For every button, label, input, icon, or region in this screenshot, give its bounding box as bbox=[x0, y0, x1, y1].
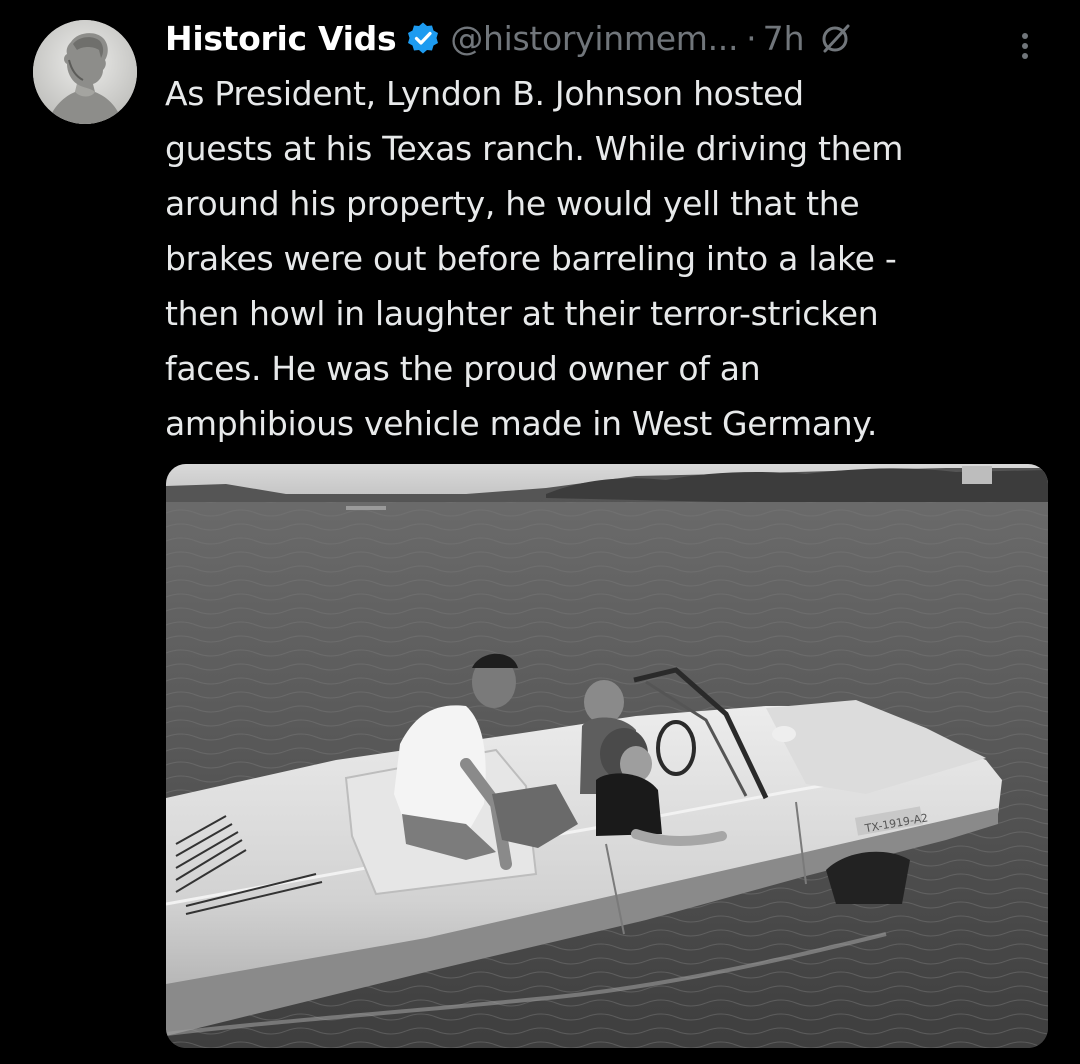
verified-badge-icon bbox=[406, 21, 440, 55]
tweet-photo[interactable]: TX-1919-A2 bbox=[166, 464, 1048, 1048]
circle-slash-icon[interactable] bbox=[819, 21, 853, 55]
tweet-header: Historic Vids @historyinmem... · 7h bbox=[165, 14, 853, 62]
bust-portrait-icon bbox=[33, 20, 137, 124]
tweet[interactable]: Historic Vids @historyinmem... · 7h As P… bbox=[0, 0, 1080, 1064]
tweet-text-line: faces. He was the proud owner of an bbox=[165, 349, 761, 388]
tweet-text-line: amphibious vehicle made in West Germany. bbox=[165, 404, 878, 443]
tweet-text: As President, Lyndon B. Johnson hosted g… bbox=[165, 66, 1045, 451]
tweet-text-line: As President, Lyndon B. Johnson hosted bbox=[165, 74, 804, 113]
amphibious-car-photo: TX-1919-A2 bbox=[166, 464, 1048, 1048]
author-avatar[interactable] bbox=[33, 20, 137, 124]
more-vertical-icon[interactable] bbox=[1013, 26, 1037, 66]
tweet-text-line: brakes were out before barreling into a … bbox=[165, 239, 897, 278]
author-handle[interactable]: @historyinmem... bbox=[450, 19, 738, 58]
post-time[interactable]: 7h bbox=[763, 19, 805, 58]
author-display-name[interactable]: Historic Vids bbox=[165, 19, 397, 58]
separator-dot: · bbox=[746, 18, 757, 58]
tweet-text-line: around his property, he would yell that … bbox=[165, 184, 860, 223]
tweet-text-line: then howl in laughter at their terror-st… bbox=[165, 294, 879, 333]
tweet-text-line: guests at his Texas ranch. While driving… bbox=[165, 129, 904, 168]
